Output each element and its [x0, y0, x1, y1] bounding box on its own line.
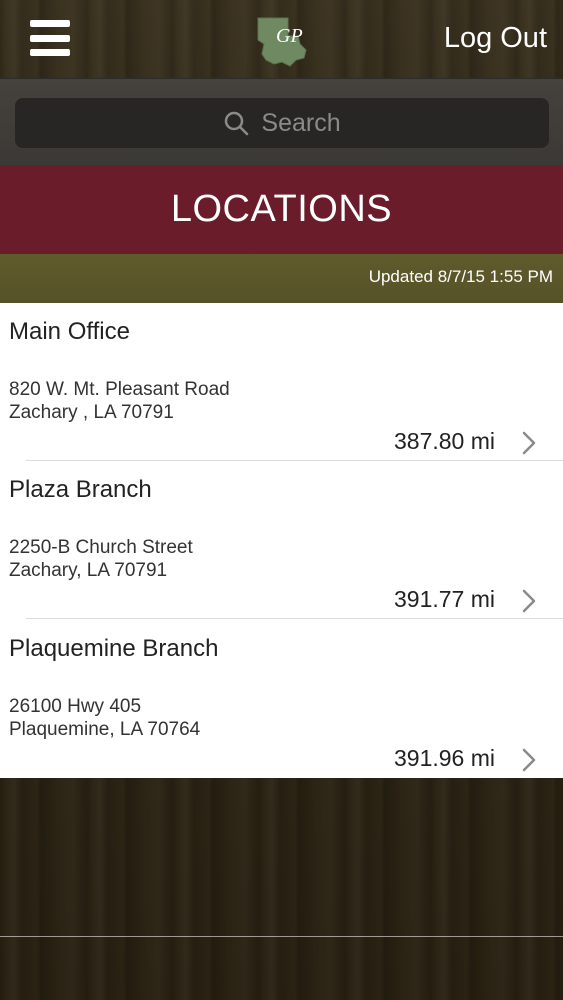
- logo-text: GP: [276, 25, 303, 47]
- locations-list: Main Office 820 W. Mt. Pleasant Road Zac…: [0, 303, 563, 778]
- location-row[interactable]: Plaquemine Branch 26100 Hwy 405 Plaquemi…: [0, 620, 563, 778]
- search-placeholder: Search: [261, 108, 341, 137]
- location-address-line2: Zachary, LA 70791: [9, 560, 168, 581]
- search-bar: Search: [0, 78, 563, 165]
- chevron-right-icon: [522, 589, 536, 613]
- location-row[interactable]: Main Office 820 W. Mt. Pleasant Road Zac…: [0, 303, 563, 461]
- location-address-line2: Zachary , LA 70791: [9, 402, 174, 423]
- location-name: Plaquemine Branch: [9, 635, 219, 662]
- updated-timestamp: Updated 8/7/15 1:55 PM: [368, 267, 553, 286]
- header-bar: GP Log Out: [0, 0, 563, 78]
- location-address-line1: 820 W. Mt. Pleasant Road: [9, 379, 230, 400]
- search-input[interactable]: Search: [15, 98, 549, 148]
- menu-icon-bar: [30, 20, 70, 27]
- chevron-right-icon: [522, 431, 536, 455]
- chevron-right-icon: [522, 748, 536, 772]
- menu-button[interactable]: [30, 20, 70, 56]
- logout-button[interactable]: Log Out: [444, 22, 547, 55]
- location-name: Main Office: [9, 318, 130, 345]
- location-name: Plaza Branch: [9, 476, 152, 503]
- search-icon: [225, 111, 249, 136]
- location-distance: 391.77 mi: [393, 586, 495, 612]
- location-address-line1: 2250-B Church Street: [9, 537, 193, 558]
- page-title: LOCATIONS: [170, 188, 393, 230]
- menu-icon-bar: [30, 34, 70, 42]
- updated-bar: Updated 8/7/15 1:55 PM: [0, 254, 563, 303]
- menu-icon-bar: [30, 49, 70, 56]
- page-title-bar: LOCATIONS: [0, 165, 563, 254]
- location-distance: 387.80 mi: [393, 428, 495, 454]
- bottom-divider: [0, 936, 563, 937]
- location-address-line2: Plaquemine, LA 70764: [9, 719, 201, 740]
- row-divider: [26, 618, 563, 619]
- louisiana-logo-icon: GP: [257, 17, 307, 67]
- location-row[interactable]: Plaza Branch 2250-B Church Street Zachar…: [0, 461, 563, 619]
- location-address-line1: 26100 Hwy 405: [9, 696, 142, 717]
- location-distance: 391.96 mi: [393, 745, 495, 771]
